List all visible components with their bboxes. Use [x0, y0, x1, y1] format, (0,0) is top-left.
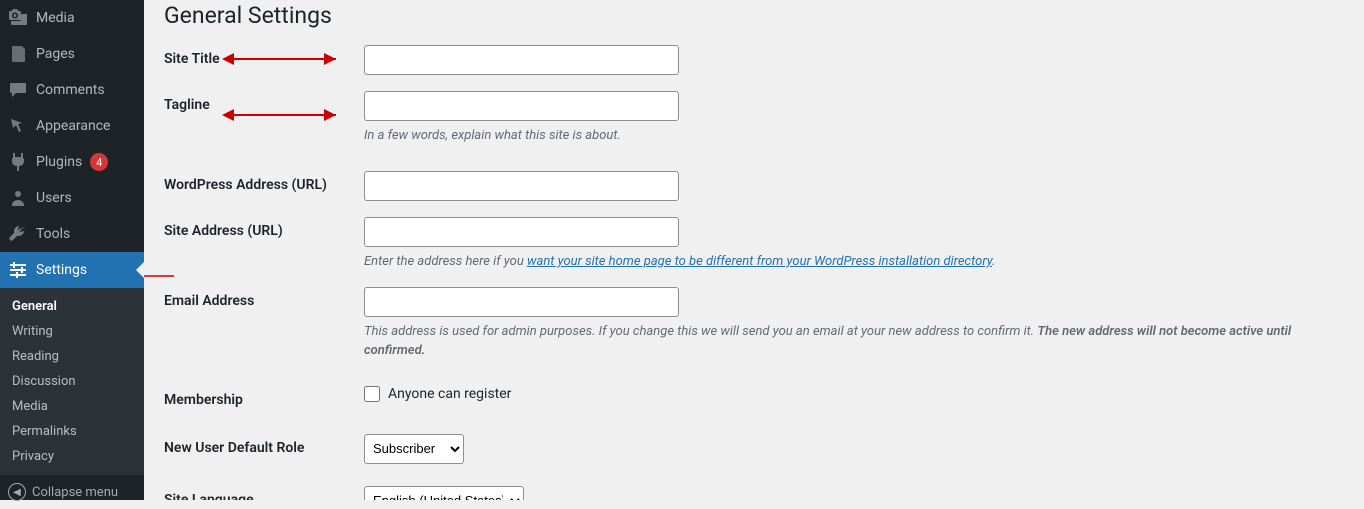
submenu-item-general[interactable]: General [0, 294, 144, 319]
tagline-input[interactable] [364, 91, 679, 121]
appearance-icon [8, 116, 28, 136]
sidebar-item-label: Users [36, 190, 72, 206]
wp-address-label: WordPress Address (URL) [164, 171, 364, 193]
wp-address-input[interactable] [364, 171, 679, 201]
sidebar-item-settings[interactable]: Settings [0, 252, 144, 288]
settings-submenu: General Writing Reading Discussion Media… [0, 288, 144, 475]
site-address-help-link[interactable]: want your site home page to be different… [527, 254, 992, 269]
site-language-label: Site Language [164, 486, 364, 500]
sidebar-item-pages[interactable]: Pages [0, 36, 144, 72]
default-role-select[interactable]: Subscriber [364, 434, 464, 464]
comments-icon [8, 80, 28, 100]
submenu-item-privacy[interactable]: Privacy [0, 444, 144, 469]
sidebar-item-media[interactable]: Media [0, 0, 144, 36]
default-role-label: New User Default Role [164, 434, 364, 456]
settings-content: General Settings Site Title Tagline In a… [144, 0, 1364, 500]
sidebar-item-label: Settings [36, 262, 87, 278]
membership-checkbox-label[interactable]: Anyone can register [364, 386, 511, 402]
sidebar-item-label: Pages [36, 46, 75, 62]
tools-icon [8, 224, 28, 244]
submenu-item-discussion[interactable]: Discussion [0, 369, 144, 394]
site-address-input[interactable] [364, 217, 679, 247]
site-language-select[interactable]: English (United States) [364, 486, 524, 500]
site-title-input[interactable] [364, 45, 679, 75]
submenu-item-media[interactable]: Media [0, 394, 144, 419]
email-address-input[interactable] [364, 287, 679, 317]
sidebar-item-label: Comments [36, 82, 105, 98]
collapse-label: Collapse menu [32, 485, 118, 500]
sidebar-item-label: Tools [36, 226, 70, 242]
media-icon [8, 8, 28, 28]
sidebar-item-label: Plugins [36, 154, 82, 170]
site-address-label: Site Address (URL) [164, 217, 364, 239]
submenu-item-writing[interactable]: Writing [0, 319, 144, 344]
collapse-menu-button[interactable]: ◀ Collapse menu [0, 475, 144, 509]
tagline-label: Tagline [164, 91, 364, 113]
membership-checkbox[interactable] [364, 386, 380, 402]
sidebar-item-users[interactable]: Users [0, 180, 144, 216]
sidebar-item-comments[interactable]: Comments [0, 72, 144, 108]
sidebar-item-appearance[interactable]: Appearance [0, 108, 144, 144]
membership-label: Membership [164, 386, 364, 408]
pages-icon [8, 44, 28, 64]
settings-icon [8, 260, 28, 280]
site-address-desc: Enter the address here if you want your … [364, 253, 1344, 271]
users-icon [8, 188, 28, 208]
submenu-item-permalinks[interactable]: Permalinks [0, 419, 144, 444]
email-address-desc: This address is used for admin purposes.… [364, 323, 1344, 359]
tagline-desc: In a few words, explain what this site i… [364, 127, 1344, 145]
sidebar-item-plugins[interactable]: Plugins 4 [0, 144, 144, 180]
sidebar-item-label: Appearance [36, 118, 110, 134]
email-address-label: Email Address [164, 287, 364, 309]
plugins-icon [8, 152, 28, 172]
page-title: General Settings [164, 2, 1344, 29]
admin-sidebar: Media Pages Comments Appearance Plugins … [0, 0, 144, 500]
sidebar-item-label: Media [36, 10, 75, 26]
plugins-update-badge: 4 [90, 153, 108, 171]
submenu-item-reading[interactable]: Reading [0, 344, 144, 369]
collapse-icon: ◀ [8, 483, 26, 501]
site-title-label: Site Title [164, 45, 364, 67]
sidebar-item-tools[interactable]: Tools [0, 216, 144, 252]
